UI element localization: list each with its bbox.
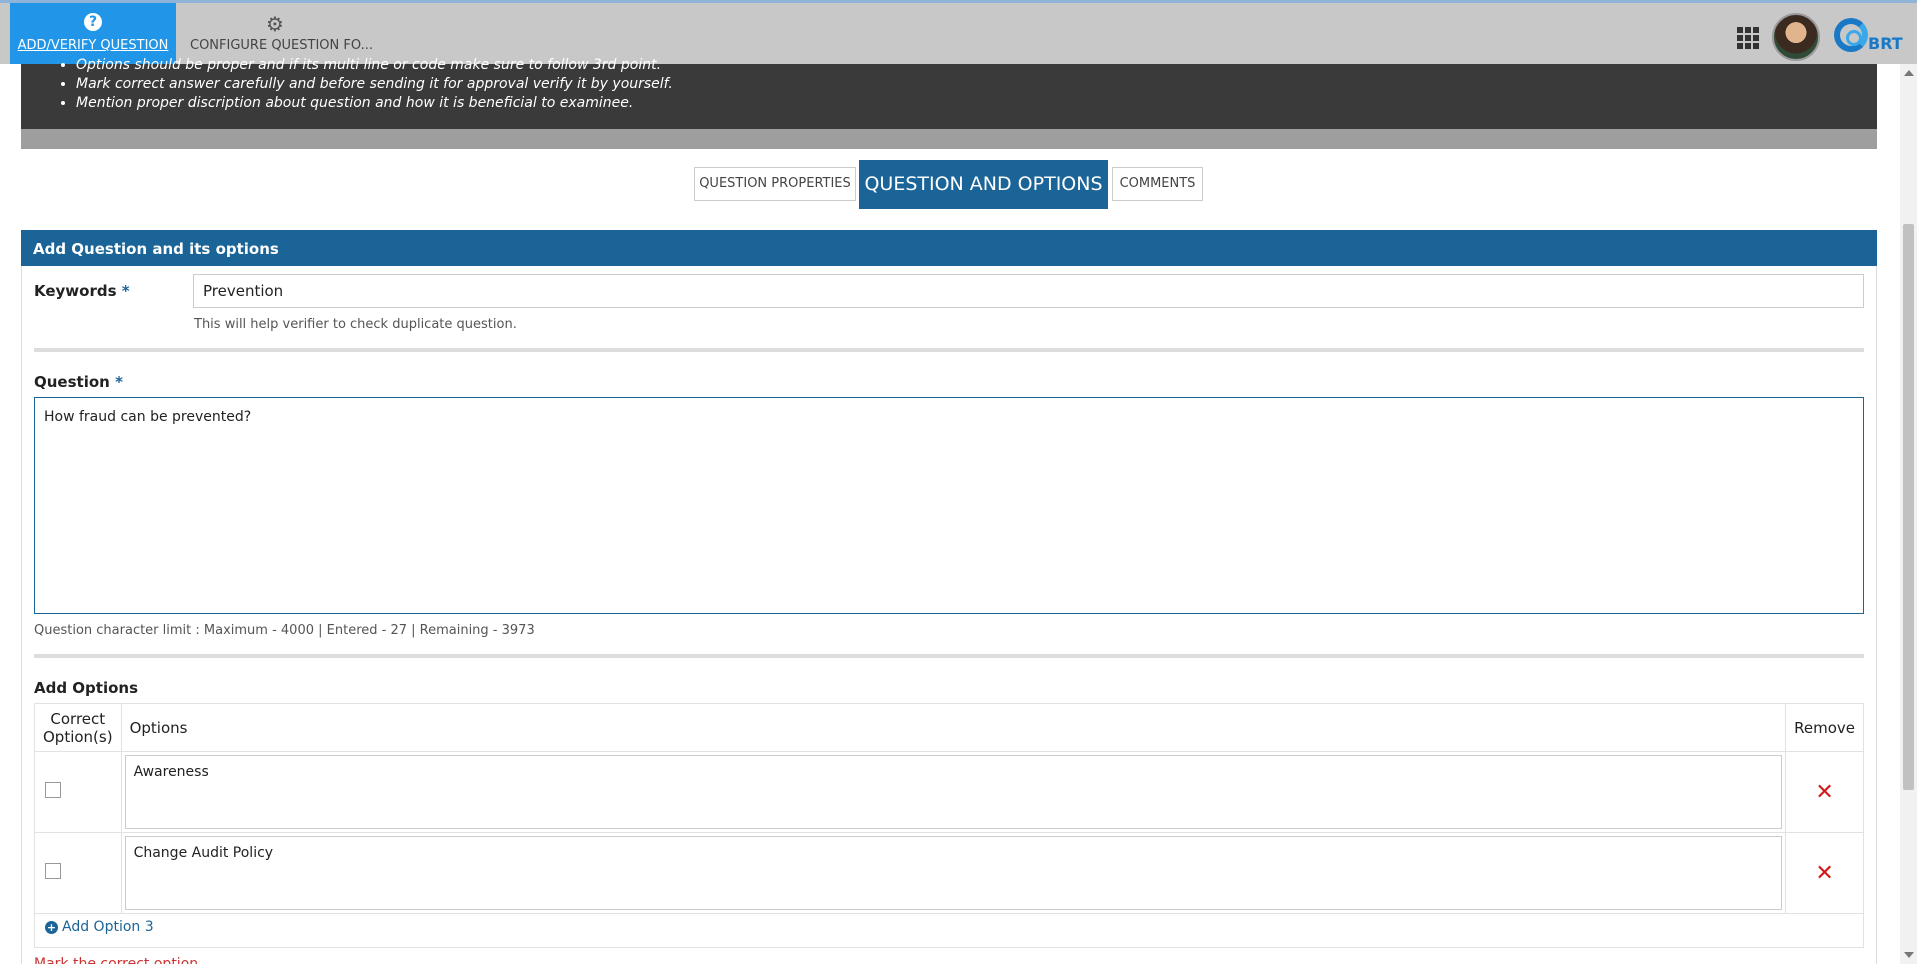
add-option-row: + Add Option 3 — [34, 911, 1864, 948]
nav-configure-question[interactable]: ⚙ CONFIGURE QUESTION FO... — [186, 3, 373, 64]
panel-header: Add Question and its options — [21, 230, 1877, 266]
col-options: Options — [120, 703, 1787, 752]
remove-cell: ✕ — [1785, 832, 1864, 914]
keywords-help-text: This will help verifier to check duplica… — [194, 317, 517, 332]
option-input[interactable]: Change Audit Policy — [124, 836, 1783, 910]
tab-question-and-options[interactable]: QUESTION AND OPTIONS — [859, 160, 1108, 209]
gear-icon: ⚙ — [266, 12, 284, 36]
correct-cell — [34, 832, 122, 914]
question-label: Question * — [34, 373, 123, 391]
top-nav-bar: ? ADD/VERIFY QUESTION ⚙ CONFIGURE QUESTI… — [0, 0, 1917, 64]
add-option-link[interactable]: Add Option 3 — [62, 919, 154, 935]
divider — [34, 348, 1864, 352]
remove-cell: ✕ — [1785, 751, 1864, 833]
instruction-item: Options should be proper and if its mult… — [76, 56, 673, 75]
option-input[interactable]: Awareness — [124, 755, 1783, 829]
brt-logo: BRT — [1834, 18, 1906, 56]
keywords-input[interactable]: Prevention — [193, 274, 1864, 308]
page: ? ADD/VERIFY QUESTION ⚙ CONFIGURE QUESTI… — [0, 0, 1917, 964]
plus-circle-icon[interactable]: + — [45, 921, 58, 934]
instructions-list: Options should be proper and if its mult… — [76, 56, 673, 113]
remove-option-icon[interactable]: ✕ — [1786, 861, 1863, 886]
correct-cell — [34, 751, 122, 833]
question-label-text: Question — [34, 373, 110, 391]
divider — [34, 654, 1864, 658]
user-avatar[interactable] — [1772, 13, 1820, 61]
add-options-label: Add Options — [34, 679, 139, 697]
option-row: Change Audit Policy ✕ — [34, 832, 1864, 914]
apps-grid-icon[interactable] — [1737, 27, 1759, 49]
nav-add-verify-question[interactable]: ? ADD/VERIFY QUESTION — [10, 3, 176, 64]
remove-option-icon[interactable]: ✕ — [1786, 780, 1863, 805]
col-remove: Remove — [1785, 703, 1864, 752]
options-table-header: Correct Option(s) Options Remove — [34, 703, 1864, 752]
help-circle-icon: ? — [84, 13, 102, 31]
correct-option-checkbox[interactable] — [45, 782, 61, 798]
mark-correct-option-text: Mark the correct option — [34, 956, 199, 964]
instructions-footer-bar — [21, 129, 1877, 149]
keywords-label: Keywords * — [34, 282, 130, 300]
instructions-panel: Options should be proper and if its mult… — [21, 57, 1877, 129]
required-mark: * — [115, 373, 123, 391]
instruction-item: Mention proper discription about questio… — [76, 94, 673, 113]
swirl-logo-icon — [1834, 18, 1868, 52]
character-limit-text: Question character limit : Maximum - 400… — [34, 623, 535, 638]
tab-question-properties[interactable]: QUESTION PROPERTIES — [694, 167, 856, 201]
nav-configure-label: CONFIGURE QUESTION FO... — [190, 38, 373, 53]
instruction-item: Mark correct answer carefully and before… — [76, 75, 673, 94]
logo-text: BRT — [1868, 34, 1903, 53]
scroll-down-arrow-icon[interactable] — [1904, 952, 1914, 958]
nav-add-verify-label: ADD/VERIFY QUESTION — [17, 38, 169, 53]
options-table: Correct Option(s) Options Remove Awarene… — [34, 703, 1864, 914]
scrollbar-thumb[interactable] — [1903, 224, 1914, 790]
option-row: Awareness ✕ — [34, 751, 1864, 833]
col-correct-options: Correct Option(s) — [34, 703, 122, 752]
option-cell: Awareness — [120, 751, 1787, 833]
required-mark: * — [121, 282, 130, 300]
scroll-up-arrow-icon[interactable] — [1904, 70, 1914, 76]
keywords-label-text: Keywords — [34, 282, 117, 300]
tab-comments[interactable]: COMMENTS — [1112, 167, 1203, 201]
option-cell: Change Audit Policy — [120, 832, 1787, 914]
question-textarea[interactable]: How fraud can be prevented? — [34, 397, 1864, 614]
correct-option-checkbox[interactable] — [45, 863, 61, 879]
page-scrollbar[interactable] — [1900, 64, 1917, 964]
